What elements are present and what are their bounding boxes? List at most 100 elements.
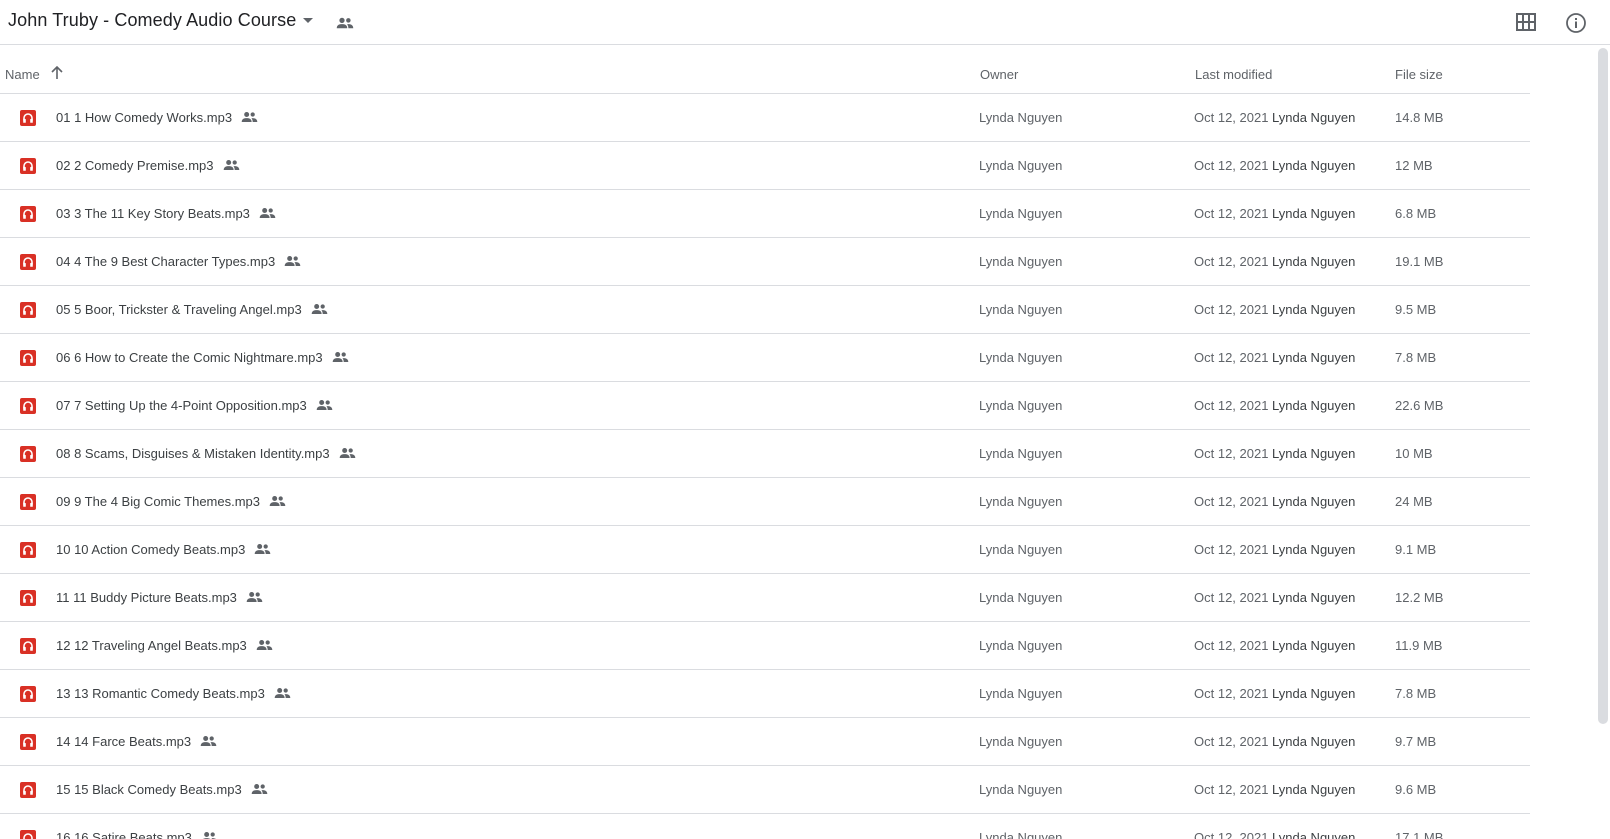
file-name-cell: 10 10 Action Comedy Beats.mp3 <box>56 542 271 557</box>
shared-people-icon <box>339 448 355 458</box>
file-size: 11.9 MB <box>1395 638 1443 653</box>
vertical-scrollbar[interactable] <box>1598 48 1608 724</box>
audio-file-icon <box>20 398 36 414</box>
file-modified-date: Oct 12, 2021 <box>1194 734 1269 749</box>
file-row[interactable]: 03 3 The 11 Key Story Beats.mp3 Lynda Ng… <box>0 190 1530 238</box>
file-owner: Lynda Nguyen <box>979 302 1063 317</box>
file-name-cell: 02 2 Comedy Premise.mp3 <box>56 158 240 173</box>
folder-title[interactable]: John Truby - Comedy Audio Course <box>8 10 296 31</box>
grid-view-icon[interactable] <box>1516 13 1536 31</box>
file-name: 14 14 Farce Beats.mp3 <box>56 734 192 749</box>
file-name-cell: 14 14 Farce Beats.mp3 <box>56 734 217 749</box>
audio-file-icon <box>20 494 36 510</box>
file-row[interactable]: 16 16 Satire Beats.mp3 Lynda Nguyen Oct … <box>0 814 1530 839</box>
file-size: 12.2 MB <box>1395 590 1444 605</box>
drive-folder-view: John Truby - Comedy Audio Course Name Ow… <box>0 0 1610 839</box>
column-file-size[interactable]: File size <box>1395 67 1443 82</box>
file-name-cell: 09 9 The 4 Big Comic Themes.mp3 <box>56 494 286 509</box>
shared-people-icon <box>259 208 276 218</box>
file-owner: Lynda Nguyen <box>979 158 1063 173</box>
file-name: 06 6 How to Create the Comic Nightmare.m… <box>56 350 323 365</box>
file-name: 15 15 Black Comedy Beats.mp3 <box>56 782 242 797</box>
file-row[interactable]: 10 10 Action Comedy Beats.mp3 Lynda Nguy… <box>0 526 1530 574</box>
file-modified-by: Lynda Nguyen <box>1272 782 1356 797</box>
file-owner: Lynda Nguyen <box>979 350 1063 365</box>
file-name: 11 11 Buddy Picture Beats.mp3 <box>56 590 237 605</box>
audio-file-icon <box>20 638 36 654</box>
column-header-row: Name Owner Last modified File size <box>0 45 1530 94</box>
file-row[interactable]: 12 12 Traveling Angel Beats.mp3 Lynda Ng… <box>0 622 1530 670</box>
audio-file-icon <box>20 158 36 174</box>
file-name: 07 7 Setting Up the 4-Point Opposition.m… <box>56 398 307 413</box>
file-row[interactable]: 11 11 Buddy Picture Beats.mp3 Lynda Nguy… <box>0 574 1530 622</box>
file-modified-date: Oct 12, 2021 <box>1194 686 1269 701</box>
file-modified-by: Lynda Nguyen <box>1272 830 1356 839</box>
file-row[interactable]: 02 2 Comedy Premise.mp3 Lynda Nguyen Oct… <box>0 142 1530 190</box>
column-owner[interactable]: Owner <box>980 67 1018 82</box>
file-row[interactable]: 01 1 How Comedy Works.mp3 Lynda Nguyen O… <box>0 94 1530 142</box>
dropdown-caret-icon[interactable] <box>303 18 313 23</box>
file-modified-by: Lynda Nguyen <box>1272 254 1356 269</box>
shared-people-icon <box>311 304 327 314</box>
file-modified-by: Lynda Nguyen <box>1272 590 1356 605</box>
file-name-cell: 11 11 Buddy Picture Beats.mp3 <box>56 590 263 605</box>
file-modified-date: Oct 12, 2021 <box>1194 302 1269 317</box>
file-owner: Lynda Nguyen <box>979 398 1063 413</box>
shared-people-icon <box>256 640 273 650</box>
file-name: 02 2 Comedy Premise.mp3 <box>56 158 214 173</box>
file-size: 10 MB <box>1395 446 1433 461</box>
file-name-cell: 05 5 Boor, Trickster & Traveling Angel.m… <box>56 302 328 317</box>
file-row[interactable]: 14 14 Farce Beats.mp3 Lynda Nguyen Oct 1… <box>0 718 1530 766</box>
file-name-cell: 08 8 Scams, Disguises & Mistaken Identit… <box>56 446 356 461</box>
file-name: 08 8 Scams, Disguises & Mistaken Identit… <box>56 446 330 461</box>
file-modified-by: Lynda Nguyen <box>1272 158 1356 173</box>
file-modified-by: Lynda Nguyen <box>1272 686 1356 701</box>
arrow-up-icon[interactable] <box>50 66 64 80</box>
file-row[interactable]: 08 8 Scams, Disguises & Mistaken Identit… <box>0 430 1530 478</box>
file-owner: Lynda Nguyen <box>979 734 1063 749</box>
file-modified-date: Oct 12, 2021 <box>1194 542 1269 557</box>
column-last-modified[interactable]: Last modified <box>1195 67 1272 82</box>
file-modified-date: Oct 12, 2021 <box>1194 206 1269 221</box>
file-name: 03 3 The 11 Key Story Beats.mp3 <box>56 206 250 221</box>
audio-file-icon <box>20 542 36 558</box>
shared-people-icon <box>316 400 333 410</box>
audio-file-icon <box>20 206 36 222</box>
file-row[interactable]: 05 5 Boor, Trickster & Traveling Angel.m… <box>0 286 1530 334</box>
column-name[interactable]: Name <box>5 67 40 82</box>
file-modified-by: Lynda Nguyen <box>1272 446 1356 461</box>
file-size: 12 MB <box>1395 158 1433 173</box>
file-row[interactable]: 13 13 Romantic Comedy Beats.mp3 Lynda Ng… <box>0 670 1530 718</box>
file-size: 24 MB <box>1395 494 1433 509</box>
file-row[interactable]: 15 15 Black Comedy Beats.mp3 Lynda Nguye… <box>0 766 1530 814</box>
shared-people-icon <box>246 592 263 602</box>
audio-file-icon <box>20 590 36 606</box>
file-name-cell: 06 6 How to Create the Comic Nightmare.m… <box>56 350 349 365</box>
shared-people-icon <box>202 832 216 839</box>
shared-people-icon <box>241 112 258 122</box>
file-owner: Lynda Nguyen <box>979 590 1063 605</box>
file-row[interactable]: 09 9 The 4 Big Comic Themes.mp3 Lynda Ng… <box>0 478 1530 526</box>
file-name: 10 10 Action Comedy Beats.mp3 <box>56 542 246 557</box>
audio-file-icon <box>20 686 36 702</box>
file-row[interactable]: 07 7 Setting Up the 4-Point Opposition.m… <box>0 382 1530 430</box>
file-modified-date: Oct 12, 2021 <box>1194 638 1269 653</box>
file-modified-by: Lynda Nguyen <box>1272 734 1356 749</box>
audio-file-icon <box>20 734 36 750</box>
audio-file-icon <box>20 350 36 366</box>
file-owner: Lynda Nguyen <box>979 110 1063 125</box>
file-row[interactable]: 04 4 The 9 Best Character Types.mp3 Lynd… <box>0 238 1530 286</box>
file-size: 17.1 MB <box>1395 830 1444 839</box>
info-icon[interactable] <box>1565 12 1587 34</box>
audio-file-icon <box>20 830 36 839</box>
file-size: 9.5 MB <box>1395 302 1437 317</box>
file-name-cell: 03 3 The 11 Key Story Beats.mp3 <box>56 206 276 221</box>
file-row[interactable]: 06 6 How to Create the Comic Nightmare.m… <box>0 334 1530 382</box>
file-name-cell: 12 12 Traveling Angel Beats.mp3 <box>56 638 273 653</box>
audio-file-icon <box>20 302 36 318</box>
file-modified-by: Lynda Nguyen <box>1272 350 1356 365</box>
file-modified-date: Oct 12, 2021 <box>1194 590 1269 605</box>
file-name: 05 5 Boor, Trickster & Traveling Angel.m… <box>56 302 302 317</box>
file-owner: Lynda Nguyen <box>979 686 1063 701</box>
shared-people-icon <box>223 160 239 170</box>
